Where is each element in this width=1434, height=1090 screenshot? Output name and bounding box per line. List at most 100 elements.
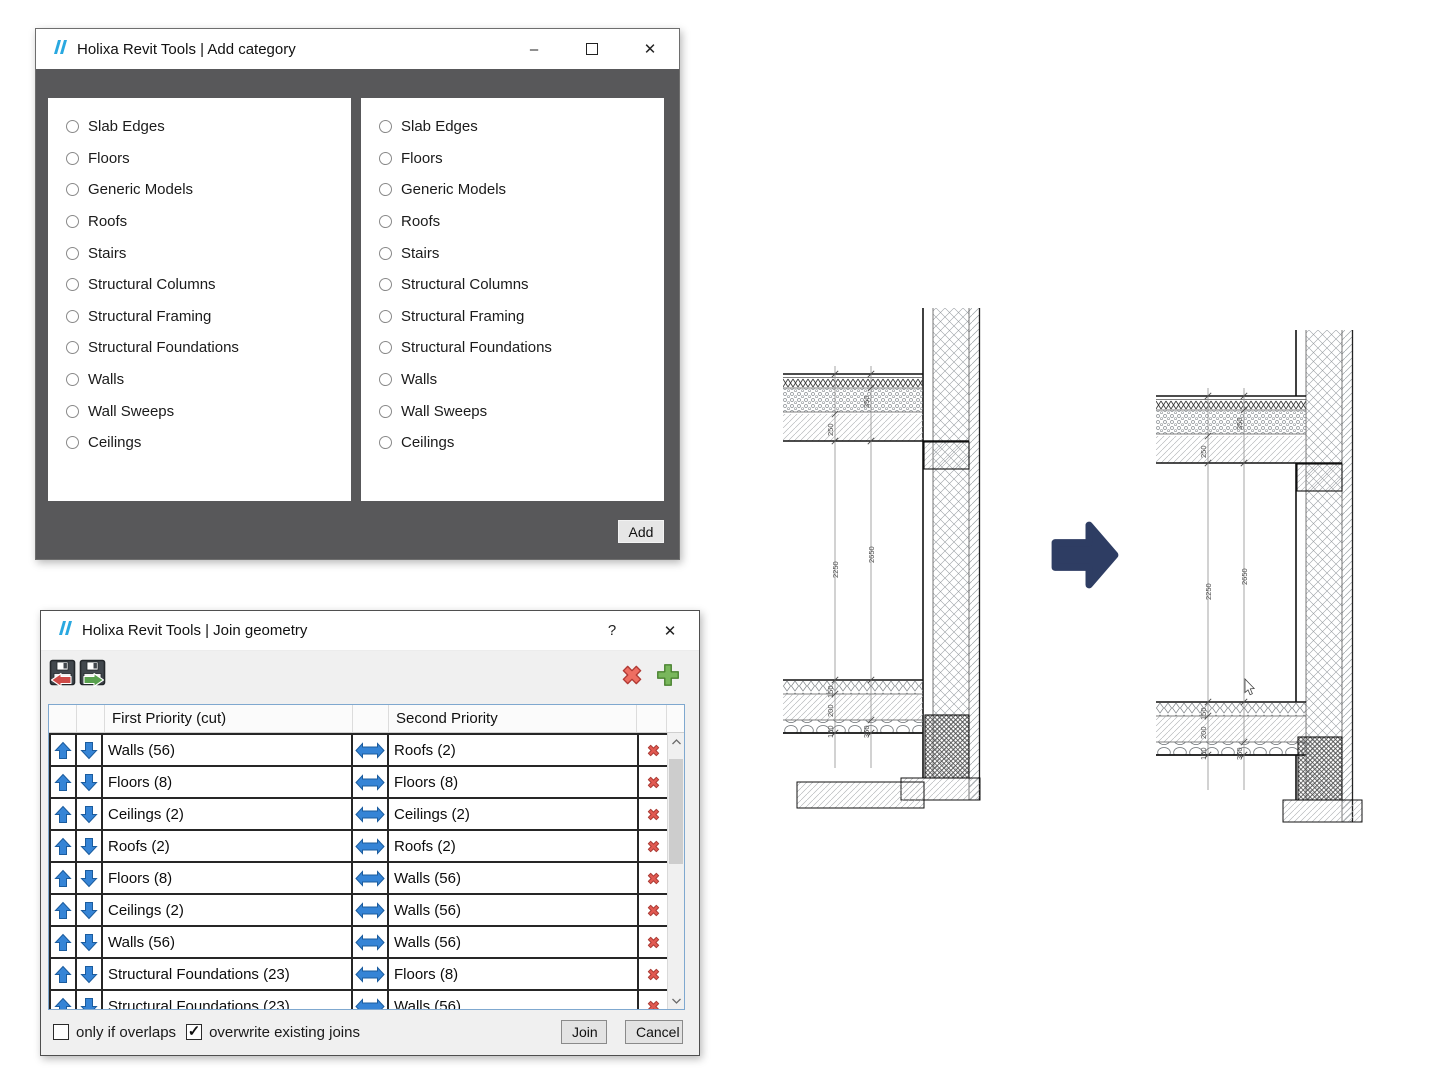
delete-row-button[interactable] (639, 799, 667, 829)
section-detail-before: 2250 2650 250 350 150 200 150 350 (783, 308, 1015, 835)
import-joins-button[interactable] (49, 659, 76, 688)
close-button[interactable]: ✕ (641, 611, 699, 651)
second-priority-cell[interactable]: Roofs (2) (389, 735, 639, 765)
first-priority-cell[interactable]: Walls (56) (103, 927, 353, 957)
category-option[interactable]: Ceilings (379, 427, 664, 459)
category-option[interactable]: Structural Framing (379, 301, 664, 333)
category-option[interactable]: Walls (66, 364, 351, 396)
first-priority-cell[interactable]: Structural Foundations (23) (103, 959, 353, 989)
category-option[interactable]: Wall Sweeps (66, 395, 351, 427)
move-up-button[interactable] (51, 831, 77, 861)
move-down-button[interactable] (77, 991, 103, 1009)
second-priority-cell[interactable]: Ceilings (2) (389, 799, 639, 829)
delete-row-button[interactable] (639, 927, 667, 957)
first-priority-cell[interactable]: Floors (8) (103, 863, 353, 893)
add-button[interactable]: Add (618, 520, 664, 543)
swap-button[interactable] (353, 767, 389, 797)
scroll-up-icon[interactable] (668, 733, 684, 750)
category-option[interactable]: Generic Models (66, 174, 351, 206)
join-button[interactable]: Join (561, 1020, 607, 1044)
export-joins-button[interactable] (79, 659, 106, 688)
first-priority-cell[interactable]: Walls (56) (103, 735, 353, 765)
add-dialog-titlebar[interactable]: Holixa Revit Tools | Add category – ✕ (36, 29, 679, 69)
second-priority-cell[interactable]: Walls (56) (389, 927, 639, 957)
category-option[interactable]: Floors (66, 143, 351, 175)
swap-button[interactable] (353, 863, 389, 893)
move-up-button[interactable] (51, 767, 77, 797)
cancel-button[interactable]: Cancel (625, 1020, 683, 1044)
move-up-button[interactable] (51, 991, 77, 1009)
category-option[interactable]: Roofs (66, 206, 351, 238)
second-priority-cell[interactable]: Walls (56) (389, 991, 639, 1009)
category-option[interactable]: Structural Foundations (379, 332, 664, 364)
second-priority-cell[interactable]: Floors (8) (389, 767, 639, 797)
second-priority-cell[interactable]: Floors (8) (389, 959, 639, 989)
move-up-button[interactable] (51, 863, 77, 893)
move-up-button[interactable] (51, 735, 77, 765)
category-option[interactable]: Slab Edges (379, 111, 664, 143)
swap-button[interactable] (353, 831, 389, 861)
move-down-button[interactable] (77, 735, 103, 765)
category-option[interactable]: Roofs (379, 206, 664, 238)
move-up-button[interactable] (51, 895, 77, 925)
scroll-down-icon[interactable] (668, 992, 684, 1009)
delete-row-button[interactable] (639, 735, 667, 765)
first-priority-cell[interactable]: Ceilings (2) (103, 895, 353, 925)
swap-button[interactable] (353, 895, 389, 925)
swap-button[interactable] (353, 991, 389, 1009)
move-up-button[interactable] (51, 959, 77, 989)
help-button[interactable]: ? (583, 611, 641, 651)
category-option[interactable]: Wall Sweeps (379, 395, 664, 427)
swap-button[interactable] (353, 799, 389, 829)
join-dialog-titlebar[interactable]: Holixa Revit Tools | Join geometry ? ✕ (41, 611, 699, 651)
move-down-button[interactable] (77, 831, 103, 861)
category-option[interactable]: Stairs (379, 237, 664, 269)
swap-button[interactable] (353, 735, 389, 765)
category-option[interactable]: Slab Edges (66, 111, 351, 143)
second-priority-cell[interactable]: Walls (56) (389, 863, 639, 893)
first-priority-cell[interactable]: Roofs (2) (103, 831, 353, 861)
category-option[interactable]: Structural Framing (66, 301, 351, 333)
category-option[interactable]: Generic Models (379, 174, 664, 206)
delete-row-button[interactable] (639, 959, 667, 989)
category-option[interactable]: Stairs (66, 237, 351, 269)
first-priority-cell[interactable]: Structural Foundations (23) (103, 991, 353, 1009)
second-priority-cell[interactable]: Roofs (2) (389, 831, 639, 861)
category-label: Structural Foundations (401, 339, 552, 356)
first-priority-cell[interactable]: Floors (8) (103, 767, 353, 797)
move-down-button[interactable] (77, 767, 103, 797)
overwrite-existing-joins-checkbox[interactable]: ✓ (186, 1024, 202, 1040)
close-button[interactable]: ✕ (621, 29, 679, 69)
second-priority-cell[interactable]: Walls (56) (389, 895, 639, 925)
move-down-button[interactable] (77, 863, 103, 893)
category-option[interactable]: Floors (379, 143, 664, 175)
move-down-button[interactable] (77, 799, 103, 829)
move-up-button[interactable] (51, 927, 77, 957)
delete-row-button[interactable] (639, 863, 667, 893)
scrollbar-thumb[interactable] (669, 759, 683, 864)
maximize-button[interactable] (563, 29, 621, 69)
add-row-button[interactable] (654, 661, 681, 690)
swap-button[interactable] (353, 927, 389, 957)
delete-row-button[interactable] (639, 991, 667, 1009)
delete-row-button[interactable] (639, 895, 667, 925)
move-down-button[interactable] (77, 895, 103, 925)
dim-label: 150 (1199, 747, 1208, 760)
move-down-button[interactable] (77, 959, 103, 989)
swap-button[interactable] (353, 959, 389, 989)
first-priority-cell[interactable]: Ceilings (2) (103, 799, 353, 829)
move-up-button[interactable] (51, 799, 77, 829)
move-down-button[interactable] (77, 927, 103, 957)
only-if-overlaps-checkbox[interactable]: ✓ (53, 1024, 69, 1040)
delete-row-button[interactable] (639, 767, 667, 797)
category-option[interactable]: Structural Foundations (66, 332, 351, 364)
category-option[interactable]: Structural Columns (66, 269, 351, 301)
delete-all-button[interactable] (618, 661, 645, 690)
minimize-button[interactable]: – (505, 29, 563, 69)
table-scrollbar[interactable] (667, 733, 684, 1009)
delete-row-button[interactable] (639, 831, 667, 861)
category-option[interactable]: Ceilings (66, 427, 351, 459)
join-geometry-dialog: Holixa Revit Tools | Join geometry ? ✕ (40, 610, 700, 1056)
category-option[interactable]: Walls (379, 364, 664, 396)
category-option[interactable]: Structural Columns (379, 269, 664, 301)
